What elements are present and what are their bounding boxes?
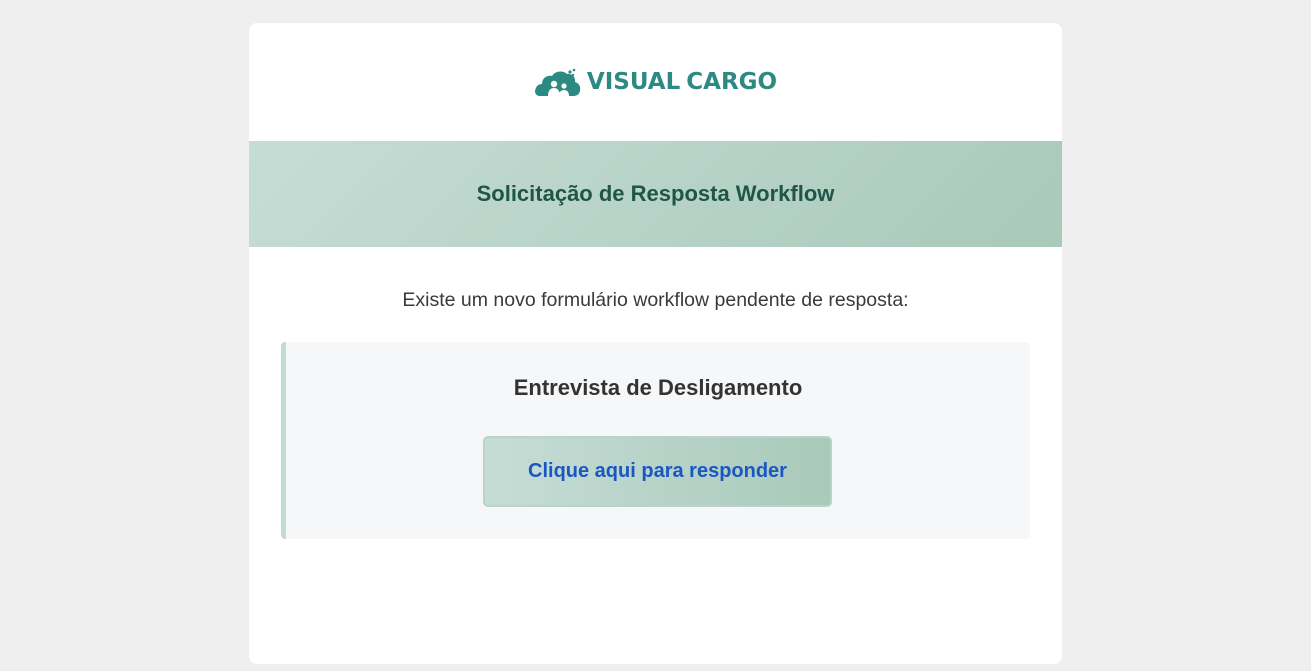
form-box: Entrevista de Desligamento Clique aqui p… [281, 342, 1030, 539]
cloud-people-icon [534, 68, 581, 96]
page-title: Solicitação de Resposta Workflow [476, 181, 835, 206]
logo-word-cargo: CARGO [686, 69, 778, 95]
respond-button[interactable]: Clique aqui para responder [483, 436, 832, 507]
visual-cargo-logo: VISUAL CARGO [534, 67, 777, 97]
logo-wordmark: VISUAL CARGO [587, 69, 777, 95]
logo-header: VISUAL CARGO [249, 23, 1062, 141]
title-banner: Solicitação de Resposta Workflow [249, 141, 1062, 247]
intro-text: Existe um novo formulário workflow pende… [402, 289, 909, 311]
form-name: Entrevista de Desligamento [513, 375, 803, 400]
respond-button-label: Clique aqui para responder [528, 460, 787, 482]
logo-word-visual: VISUAL [586, 69, 681, 95]
email-card: VISUAL CARGO Solicitação de Resposta Work… [249, 23, 1062, 664]
